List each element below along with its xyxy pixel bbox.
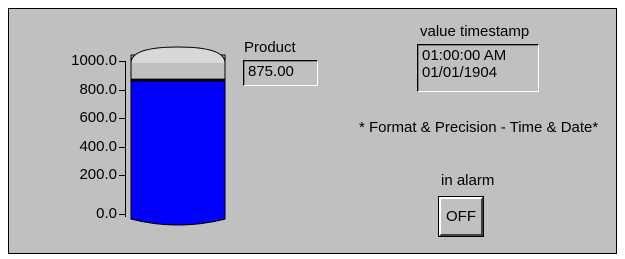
tank-fill: [130, 79, 226, 226]
scale-label-600: 600.0: [79, 109, 117, 126]
alarm-label: in alarm: [441, 172, 495, 189]
format-note: * Format & Precision - Time & Date*: [359, 119, 599, 136]
product-value: 875.00: [248, 63, 294, 80]
product-label: Product: [244, 39, 296, 56]
timestamp-label: value timestamp: [420, 23, 530, 40]
product-value-indicator: 875.00: [243, 60, 318, 86]
scale-label-400: 400.0: [79, 138, 117, 155]
front-panel: 1000.0 800.0 600.0 400.0 200.0 0.0 Produ…: [8, 8, 617, 254]
timestamp-time: 01:00:00 AM: [422, 47, 507, 64]
scale-label-800: 800.0: [79, 81, 117, 98]
tank-indicator: [130, 46, 226, 226]
scale-label-200: 200.0: [79, 166, 117, 183]
alarm-button-text: OFF: [446, 208, 476, 225]
tank-top: [130, 46, 226, 64]
timestamp-date: 01/01/1904: [422, 64, 498, 81]
scale-label-0: 0.0: [96, 205, 117, 222]
alarm-button[interactable]: OFF: [438, 196, 484, 237]
timestamp-indicator: 01:00:00 AM 01/01/1904: [417, 44, 539, 92]
scale-label-1000: 1000.0: [71, 52, 117, 69]
